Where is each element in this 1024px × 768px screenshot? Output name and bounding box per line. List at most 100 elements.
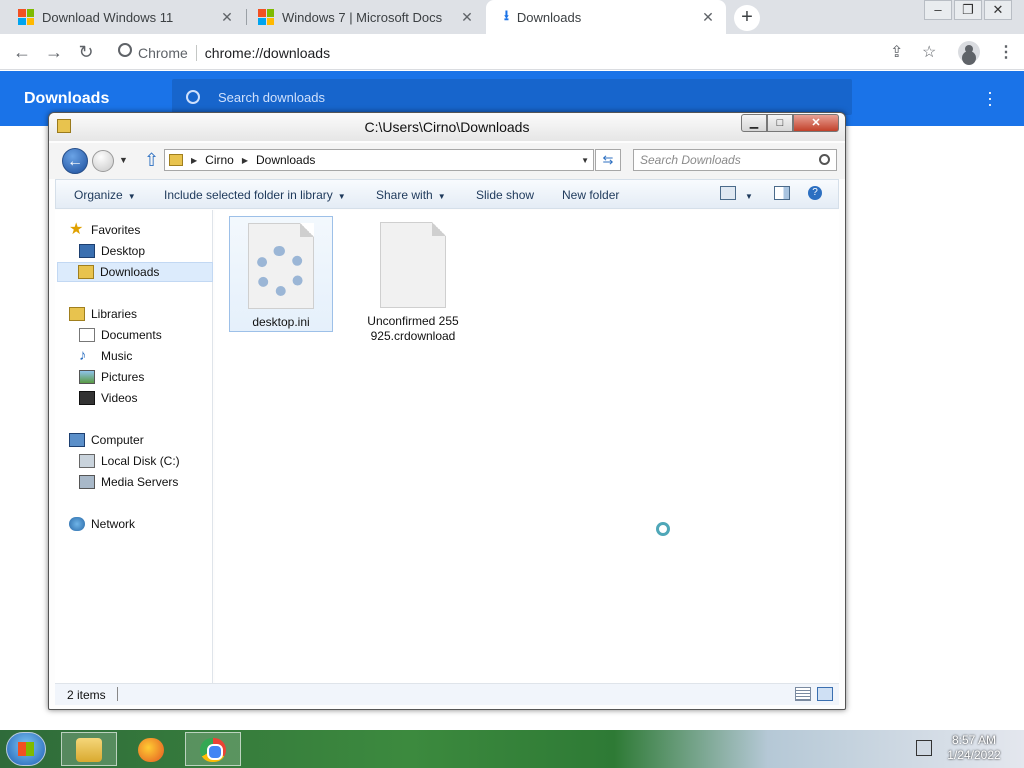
explorer-minimize-button[interactable]: ▁ bbox=[741, 114, 767, 132]
recent-pages-icon[interactable]: ▼ bbox=[119, 155, 128, 165]
page-title: Downloads bbox=[24, 90, 110, 107]
share-icon[interactable]: ⇪ bbox=[890, 42, 903, 62]
new-tab-button[interactable]: + bbox=[734, 5, 760, 31]
forward-arrow-icon[interactable]: → bbox=[44, 42, 64, 62]
nav-label: Favorites bbox=[91, 223, 141, 237]
help-icon[interactable]: ? bbox=[808, 186, 822, 200]
hard-drive-icon bbox=[79, 454, 95, 468]
nav-media-servers[interactable]: Media Servers bbox=[79, 472, 178, 492]
search-placeholder: Search downloads bbox=[218, 89, 325, 105]
address-breadcrumb[interactable]: ▶ Cirno ▶ Downloads ▼ bbox=[164, 149, 594, 171]
address-dropdown-icon[interactable]: ▼ bbox=[581, 156, 589, 165]
nav-downloads[interactable]: Downloads bbox=[57, 262, 213, 282]
nav-videos[interactable]: Videos bbox=[79, 388, 137, 408]
details-view-icon[interactable] bbox=[795, 687, 811, 701]
breadcrumb-arrow-icon[interactable]: ▶ bbox=[242, 156, 248, 165]
taskbar-clock[interactable]: 8:57 AM 1/24/2022 bbox=[946, 733, 1002, 763]
nav-pictures[interactable]: Pictures bbox=[79, 367, 144, 387]
explorer-title-bar[interactable]: C:\Users\Cirno\Downloads ▁ □ ✕ bbox=[49, 113, 845, 141]
explorer-window: C:\Users\Cirno\Downloads ▁ □ ✕ ← ▼ ⇧ ▶ C… bbox=[48, 112, 846, 710]
organize-button[interactable]: Organize ▼ bbox=[74, 188, 136, 202]
breadcrumb-item[interactable]: Cirno bbox=[205, 153, 234, 167]
chevron-down-icon: ▼ bbox=[745, 192, 753, 201]
close-button[interactable]: ✕ bbox=[984, 0, 1012, 20]
slide-show-button[interactable]: Slide show bbox=[476, 188, 534, 202]
downloads-menu-icon[interactable]: · · · bbox=[984, 83, 996, 113]
nav-label: Network bbox=[91, 517, 136, 531]
back-button[interactable]: ← bbox=[62, 148, 88, 174]
file-name: Unconfirmed 255925.crdownload bbox=[367, 314, 459, 343]
nav-libraries[interactable]: Libraries bbox=[69, 304, 137, 324]
file-item[interactable]: desktop.ini bbox=[229, 216, 333, 332]
chevron-down-icon: ▼ bbox=[337, 192, 346, 201]
large-icons-view-icon[interactable] bbox=[817, 687, 833, 701]
nav-music[interactable]: ♪ Music bbox=[79, 346, 132, 366]
navigation-pane: ★ Favorites Desktop Downloads Libraries D… bbox=[55, 210, 213, 683]
up-arrow-icon[interactable]: ⇧ bbox=[144, 150, 159, 171]
pictures-icon bbox=[79, 370, 95, 384]
nav-label: Documents bbox=[101, 328, 162, 342]
include-in-library-button[interactable]: Include selected folder in library ▼ bbox=[164, 188, 346, 202]
tab-label: Windows 7 | Microsoft Docs bbox=[282, 9, 443, 25]
view-options-dropdown[interactable]: ▼ bbox=[740, 188, 753, 202]
taskbar-firefox[interactable] bbox=[123, 732, 179, 766]
explorer-search-input[interactable]: Search Downloads bbox=[633, 149, 837, 171]
command-bar: Organize ▼ Include selected folder in lib… bbox=[55, 179, 839, 209]
firefox-icon bbox=[138, 738, 164, 762]
nav-computer[interactable]: Computer bbox=[69, 430, 144, 450]
back-arrow-icon[interactable]: ← bbox=[12, 42, 32, 62]
omnibox-site-label: Chrome bbox=[138, 45, 188, 61]
folder-icon bbox=[76, 738, 102, 762]
microsoft-logo-icon bbox=[18, 9, 34, 25]
star-icon: ★ bbox=[69, 221, 84, 238]
change-view-icon[interactable] bbox=[720, 186, 736, 200]
close-tab-icon[interactable]: ✕ bbox=[459, 9, 475, 25]
star-icon[interactable]: ☆ bbox=[922, 42, 936, 62]
chrome-tab-bar: Download Windows 11 ✕ Windows 7 | Micros… bbox=[0, 0, 1024, 34]
tab-downloads[interactable]: ⭳ Downloads ✕ bbox=[486, 0, 726, 34]
minimize-button[interactable]: – bbox=[924, 0, 952, 20]
nav-desktop[interactable]: Desktop bbox=[79, 241, 145, 261]
tab-download-windows-11[interactable]: Download Windows 11 ✕ bbox=[0, 0, 245, 34]
organize-label: Organize bbox=[74, 188, 123, 202]
reload-icon[interactable]: ↻ bbox=[76, 42, 96, 62]
nav-network[interactable]: Network bbox=[69, 514, 135, 534]
film-icon bbox=[79, 391, 95, 405]
documents-icon bbox=[79, 328, 95, 342]
taskbar-windows-explorer[interactable] bbox=[61, 732, 117, 766]
taskbar-chrome[interactable] bbox=[185, 732, 241, 766]
breadcrumb-arrow-icon[interactable]: ▶ bbox=[191, 156, 197, 165]
address-bar[interactable]: Chrome chrome://downloads bbox=[110, 39, 950, 67]
close-tab-icon[interactable]: ✕ bbox=[219, 9, 235, 25]
nav-favorites[interactable]: ★ Favorites bbox=[69, 220, 140, 240]
explorer-maximize-button[interactable]: □ bbox=[767, 114, 793, 132]
chevron-down-icon: ▼ bbox=[127, 192, 136, 201]
share-with-button[interactable]: Share with ▼ bbox=[376, 188, 446, 202]
file-list: desktop.ini Unconfirmed 255925.crdownloa… bbox=[215, 210, 839, 683]
forward-button[interactable] bbox=[92, 150, 114, 172]
chrome-site-icon bbox=[118, 43, 132, 57]
start-button[interactable] bbox=[6, 732, 46, 766]
restore-button[interactable]: ❐ bbox=[954, 0, 982, 20]
libraries-icon bbox=[69, 307, 85, 321]
nav-local-disk[interactable]: Local Disk (C:) bbox=[79, 451, 180, 471]
refresh-icon[interactable]: ⇆ bbox=[595, 149, 621, 171]
chrome-menu-icon[interactable]: ⋮ bbox=[998, 42, 1014, 62]
preview-pane-icon[interactable] bbox=[774, 186, 790, 200]
new-folder-button[interactable]: New folder bbox=[562, 188, 619, 202]
explorer-close-button[interactable]: ✕ bbox=[793, 114, 839, 132]
desktop-icon bbox=[79, 244, 95, 258]
tab-label: Download Windows 11 bbox=[42, 9, 174, 25]
profile-avatar-icon[interactable] bbox=[958, 41, 980, 63]
breadcrumb-item[interactable]: Downloads bbox=[256, 153, 315, 167]
folder-icon bbox=[169, 154, 183, 166]
close-tab-icon[interactable]: ✕ bbox=[700, 9, 716, 25]
file-item[interactable]: Unconfirmed 255925.crdownload bbox=[361, 216, 465, 348]
search-icon bbox=[819, 154, 830, 165]
network-tray-icon[interactable] bbox=[916, 740, 932, 756]
explorer-window-controls: ▁ □ ✕ bbox=[741, 114, 839, 132]
tab-windows-7-docs[interactable]: Windows 7 | Microsoft Docs ✕ bbox=[240, 0, 485, 34]
share-label: Share with bbox=[376, 188, 433, 202]
nav-documents[interactable]: Documents bbox=[79, 325, 162, 345]
downloads-search-input[interactable]: Search downloads bbox=[172, 79, 852, 115]
